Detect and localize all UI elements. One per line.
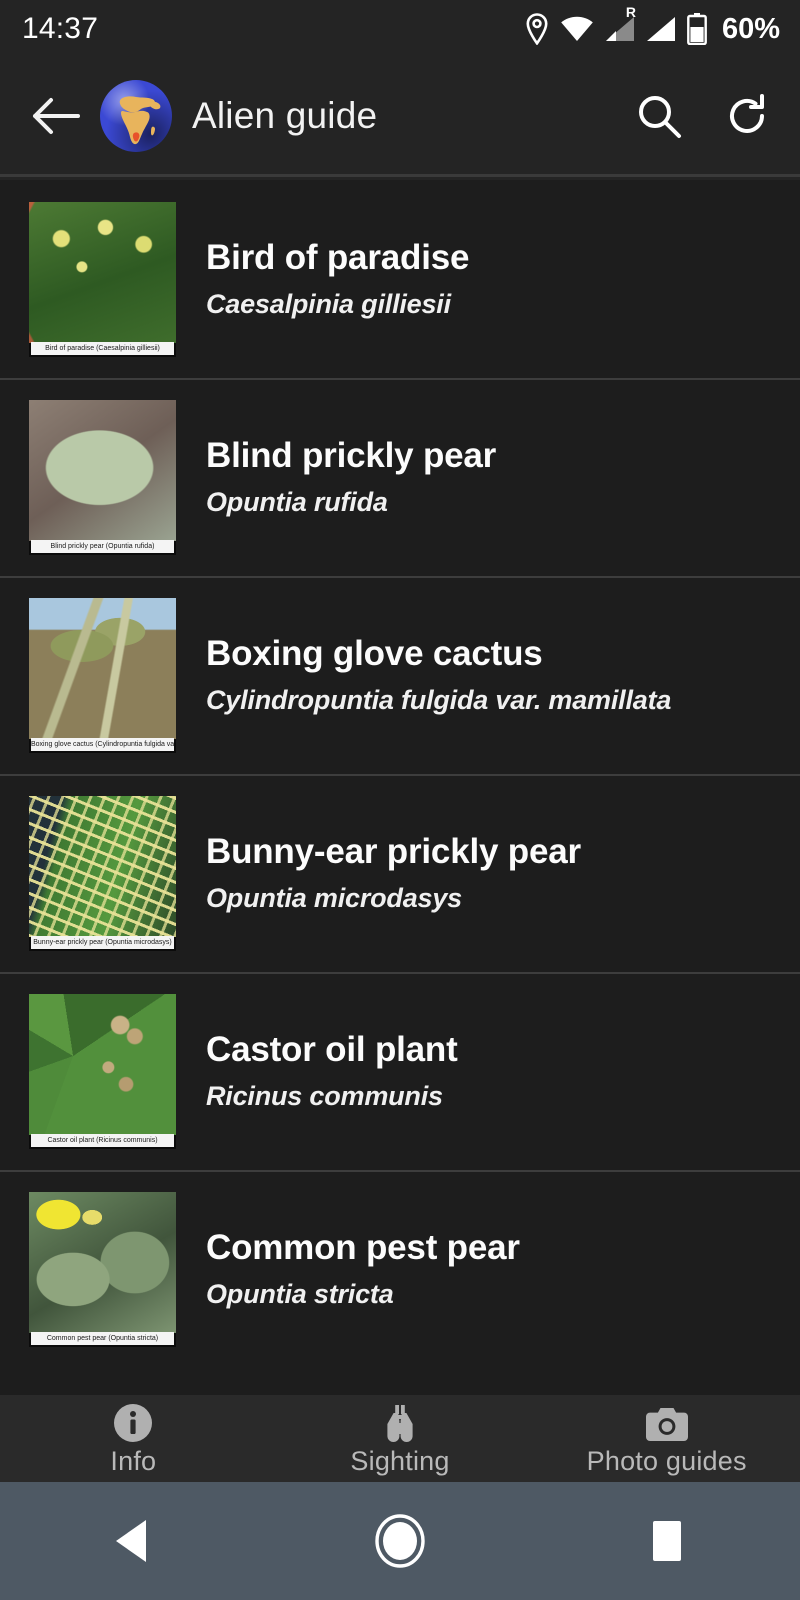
list-item[interactable]: Bird of paradise (Caesalpinia gilliesii)… bbox=[0, 180, 800, 378]
thumbnail-caption: Boxing glove cactus (Cylindropuntia fulg… bbox=[31, 737, 174, 751]
list-item-text: Castor oil plant Ricinus communis bbox=[206, 1030, 458, 1112]
status-bar: 14:37 R 60% bbox=[0, 0, 800, 58]
plant-scientific-name: Cylindropuntia fulgida var. mamillata bbox=[206, 685, 672, 715]
list-item[interactable]: Bunny-ear prickly pear (Opuntia microdas… bbox=[0, 774, 800, 972]
wifi-icon bbox=[560, 16, 594, 42]
location-pin-icon bbox=[525, 13, 549, 45]
tab-label: Photo guides bbox=[586, 1446, 747, 1476]
circle-home-icon[interactable] bbox=[340, 1482, 460, 1600]
plant-thumbnail: Blind prickly pear (Opuntia rufida) bbox=[29, 399, 176, 555]
plant-common-name: Bird of paradise bbox=[206, 238, 470, 277]
square-recents-icon[interactable] bbox=[607, 1482, 727, 1600]
search-icon[interactable] bbox=[630, 87, 688, 145]
plant-scientific-name: Opuntia stricta bbox=[206, 1279, 394, 1309]
binoculars-icon bbox=[378, 1400, 422, 1444]
plant-thumbnail: Castor oil plant (Ricinus communis) bbox=[29, 993, 176, 1149]
plant-scientific-name: Ricinus communis bbox=[206, 1081, 443, 1111]
plant-scientific-name: Caesalpinia gilliesii bbox=[206, 289, 451, 319]
plant-common-name: Blind prickly pear bbox=[206, 436, 497, 475]
tab-label: Sighting bbox=[350, 1446, 450, 1476]
battery-icon bbox=[687, 13, 707, 45]
roaming-label: R bbox=[625, 4, 636, 20]
list-item-text: Boxing glove cactus Cylindropuntia fulgi… bbox=[206, 634, 671, 716]
plant-common-name: Bunny-ear prickly pear bbox=[206, 832, 581, 871]
list-item[interactable]: Common pest pear (Opuntia stricta) Commo… bbox=[0, 1170, 800, 1368]
signal-roaming-icon: R bbox=[605, 5, 636, 42]
tab-info[interactable]: Info bbox=[0, 1400, 267, 1477]
status-clock: 14:37 bbox=[22, 12, 99, 45]
plant-thumbnail: Boxing glove cactus (Cylindropuntia fulg… bbox=[29, 597, 176, 753]
app-bar: Alien guide bbox=[0, 58, 800, 174]
thumbnail-caption: Common pest pear (Opuntia stricta) bbox=[31, 1331, 174, 1345]
plant-scientific-name: Opuntia rufida bbox=[206, 487, 388, 517]
battery-percent: 60% bbox=[721, 12, 780, 45]
system-navigation-bar bbox=[0, 1482, 800, 1600]
list-item-text: Common pest pear Opuntia stricta bbox=[206, 1228, 520, 1310]
tab-label: Info bbox=[110, 1446, 157, 1476]
tab-sighting[interactable]: Sighting bbox=[267, 1400, 534, 1477]
plant-thumbnail: Bunny-ear prickly pear (Opuntia microdas… bbox=[29, 795, 176, 951]
plant-scientific-name: Opuntia microdasys bbox=[206, 883, 462, 913]
plant-thumbnail: Bird of paradise (Caesalpinia gilliesii) bbox=[29, 201, 176, 357]
plant-thumbnail: Common pest pear (Opuntia stricta) bbox=[29, 1191, 176, 1347]
refresh-icon[interactable] bbox=[718, 87, 776, 145]
list-item-text: Bird of paradise Caesalpinia gilliesii bbox=[206, 238, 469, 320]
info-circle-icon bbox=[112, 1400, 154, 1444]
app-bar-actions bbox=[630, 87, 776, 145]
arrow-back-icon[interactable] bbox=[28, 88, 84, 144]
plant-list[interactable]: Bird of paradise (Caesalpinia gilliesii)… bbox=[0, 180, 800, 1395]
plant-common-name: Castor oil plant bbox=[206, 1030, 458, 1069]
list-item[interactable]: Boxing glove cactus (Cylindropuntia fulg… bbox=[0, 576, 800, 774]
globe-africa-icon bbox=[100, 80, 172, 152]
status-icon-group: R 60% bbox=[525, 5, 780, 46]
tab-photo-guides[interactable]: Photo guides bbox=[533, 1400, 800, 1477]
thumbnail-caption: Blind prickly pear (Opuntia rufida) bbox=[31, 539, 174, 553]
list-item-text: Blind prickly pear Opuntia rufida bbox=[206, 436, 496, 518]
phone-screen: 14:37 R 60% Alien guide Bird of paradise… bbox=[0, 0, 800, 1600]
plant-common-name: Boxing glove cactus bbox=[206, 634, 543, 673]
thumbnail-caption: Castor oil plant (Ricinus communis) bbox=[31, 1133, 174, 1147]
triangle-back-icon[interactable] bbox=[73, 1482, 193, 1600]
list-item[interactable]: Blind prickly pear (Opuntia rufida) Blin… bbox=[0, 378, 800, 576]
thumbnail-caption: Bird of paradise (Caesalpinia gilliesii) bbox=[31, 341, 174, 355]
list-item-text: Bunny-ear prickly pear Opuntia microdasy… bbox=[206, 832, 581, 914]
page-title: Alien guide bbox=[192, 95, 378, 136]
bottom-tab-bar: Info Sighting Photo guides bbox=[0, 1395, 800, 1482]
signal-icon bbox=[646, 16, 676, 42]
camera-icon bbox=[644, 1400, 690, 1444]
list-item[interactable]: Castor oil plant (Ricinus communis) Cast… bbox=[0, 972, 800, 1170]
plant-common-name: Common pest pear bbox=[206, 1228, 520, 1267]
thumbnail-caption: Bunny-ear prickly pear (Opuntia microdas… bbox=[31, 935, 174, 949]
